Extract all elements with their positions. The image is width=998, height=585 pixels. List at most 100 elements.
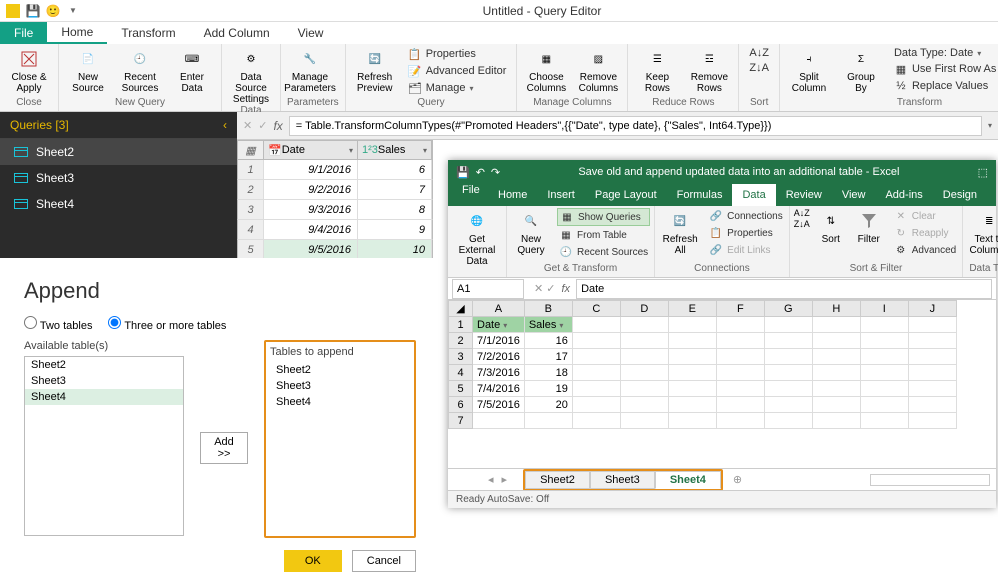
column-header-date[interactable]: 📅 Date ▾ — [264, 141, 358, 159]
cell[interactable] — [860, 413, 908, 429]
cell[interactable] — [716, 381, 764, 397]
cell[interactable] — [908, 381, 956, 397]
smiley-icon[interactable]: 🙂 — [44, 2, 62, 20]
formula-cancel-icon[interactable]: ✕ — [243, 119, 252, 132]
get-external-data-button[interactable]: 🌐Get External Data — [452, 208, 502, 267]
available-listbox[interactable]: Sheet2 Sheet3 Sheet4 — [24, 356, 184, 536]
cell[interactable] — [668, 333, 716, 349]
cell[interactable] — [620, 397, 668, 413]
cancel-button[interactable]: Cancel — [352, 550, 416, 572]
tab-home[interactable]: Home — [47, 22, 107, 44]
cell[interactable]: 7/3/2016 — [473, 365, 525, 381]
cell[interactable] — [716, 349, 764, 365]
new-source-button[interactable]: 📄New Source — [65, 46, 111, 94]
column-header[interactable]: C — [572, 301, 620, 317]
table-row[interactable]: 29/2/20167 — [237, 180, 433, 200]
data-source-settings-button[interactable]: ⚙Data Source Settings — [228, 46, 274, 105]
cell[interactable] — [572, 333, 620, 349]
cell[interactable]: 7/1/2016 — [473, 333, 525, 349]
cell[interactable] — [716, 397, 764, 413]
horizontal-scrollbar[interactable] — [870, 474, 990, 486]
advanced-editor-button[interactable]: 📝Advanced Editor — [404, 63, 511, 79]
excel-file-tab[interactable]: File — [448, 184, 494, 196]
cell[interactable]: 20 — [524, 397, 572, 413]
excel-tab-data[interactable]: Data — [732, 184, 775, 206]
replace-values-button[interactable]: ½Replace Values — [890, 78, 998, 94]
cell[interactable] — [716, 365, 764, 381]
manage-button[interactable]: 🗂Manage ▾ — [404, 80, 511, 96]
cell[interactable] — [908, 365, 956, 381]
name-box[interactable] — [452, 279, 524, 299]
cell[interactable] — [572, 365, 620, 381]
sheet-tab-sheet2[interactable]: Sheet2 — [525, 471, 590, 489]
fx-icon[interactable]: fx — [273, 119, 282, 133]
row-header[interactable]: 4 — [449, 365, 473, 381]
table-icon[interactable]: ▦ — [238, 141, 264, 159]
cell[interactable] — [716, 333, 764, 349]
data-type-dropdown[interactable]: Data Type: Date ▾ — [890, 46, 998, 60]
select-all-cell[interactable]: ◢ — [449, 301, 473, 317]
properties-button[interactable]: 📋Properties — [404, 46, 511, 62]
redo-icon[interactable]: ↷ — [491, 166, 500, 179]
ribbon-options-icon[interactable]: ⬚ — [978, 166, 988, 179]
cell[interactable] — [908, 349, 956, 365]
show-queries-button[interactable]: ▦Show Queries — [557, 208, 650, 226]
formula-input[interactable] — [289, 116, 982, 136]
new-query-button[interactable]: 🔍New Query — [511, 208, 551, 256]
choose-columns-button[interactable]: ▦Choose Columns — [523, 46, 569, 94]
worksheet[interactable]: ◢ABCDEFGHIJ1Date ▾Sales ▾27/1/20161637/2… — [448, 300, 996, 468]
cell[interactable] — [764, 349, 812, 365]
column-header[interactable]: H — [812, 301, 860, 317]
row-header[interactable]: 7 — [449, 413, 473, 429]
cell[interactable] — [764, 397, 812, 413]
excel-formula-bar[interactable]: Date — [576, 279, 992, 299]
qat-dropdown-icon[interactable]: ▼ — [64, 2, 82, 20]
collapse-icon[interactable]: ‹ — [223, 118, 227, 132]
cell[interactable]: 7/5/2016 — [473, 397, 525, 413]
refresh-preview-button[interactable]: 🔄Refresh Preview — [352, 46, 398, 94]
split-column-button[interactable]: ⫞Split Column — [786, 46, 832, 94]
sheet-tab-sheet4[interactable]: Sheet4 — [655, 471, 721, 489]
cell[interactable]: 18 — [524, 365, 572, 381]
filter-button[interactable]: Filter — [852, 208, 886, 245]
cell[interactable] — [620, 333, 668, 349]
cell[interactable] — [572, 381, 620, 397]
sheet-nav-prev-icon[interactable]: ◂ — [488, 473, 494, 486]
connections-button[interactable]: 🔗Connections — [707, 208, 785, 224]
list-item[interactable]: Sheet3 — [270, 378, 410, 394]
formula-expand-icon[interactable]: ▾ — [988, 121, 992, 130]
cell[interactable]: 17 — [524, 349, 572, 365]
add-button[interactable]: Add >> — [200, 432, 248, 464]
cell[interactable] — [908, 333, 956, 349]
column-header[interactable]: G — [764, 301, 812, 317]
excel-save-icon[interactable]: 💾 — [456, 166, 470, 179]
table-row[interactable]: 19/1/20166 — [237, 160, 433, 180]
from-table-button[interactable]: ▦From Table — [557, 227, 650, 243]
sort-button[interactable]: ⇅Sort — [816, 208, 846, 245]
cell[interactable] — [668, 349, 716, 365]
group-by-button[interactable]: ΣGroup By — [838, 46, 884, 94]
query-item-sheet4[interactable]: Sheet4 — [0, 191, 237, 217]
excel-tab-review[interactable]: Review — [776, 184, 832, 206]
column-header[interactable]: B — [524, 301, 572, 317]
undo-icon[interactable]: ↶ — [476, 166, 485, 179]
cell[interactable]: 7/2/2016 — [473, 349, 525, 365]
cell[interactable] — [668, 413, 716, 429]
cell[interactable] — [668, 381, 716, 397]
cell[interactable] — [716, 413, 764, 429]
excel-tab-home[interactable]: Home — [488, 184, 537, 206]
query-item-sheet3[interactable]: Sheet3 — [0, 165, 237, 191]
cell[interactable] — [668, 397, 716, 413]
row-header[interactable]: 5 — [449, 381, 473, 397]
use-first-row-button[interactable]: ▦Use First Row As Headers ▾ — [890, 61, 998, 77]
list-item[interactable]: Sheet3 — [25, 373, 183, 389]
cell[interactable] — [764, 365, 812, 381]
cell[interactable] — [860, 381, 908, 397]
row-header[interactable]: 3 — [449, 349, 473, 365]
text-to-columns-button[interactable]: ≣Text to Columns — [967, 208, 998, 256]
list-item[interactable]: Sheet2 — [270, 362, 410, 378]
radio-two-tables[interactable]: Two tables — [24, 316, 92, 332]
file-tab[interactable]: File — [0, 22, 47, 44]
cell[interactable] — [620, 413, 668, 429]
row-header[interactable]: 1 — [449, 317, 473, 333]
